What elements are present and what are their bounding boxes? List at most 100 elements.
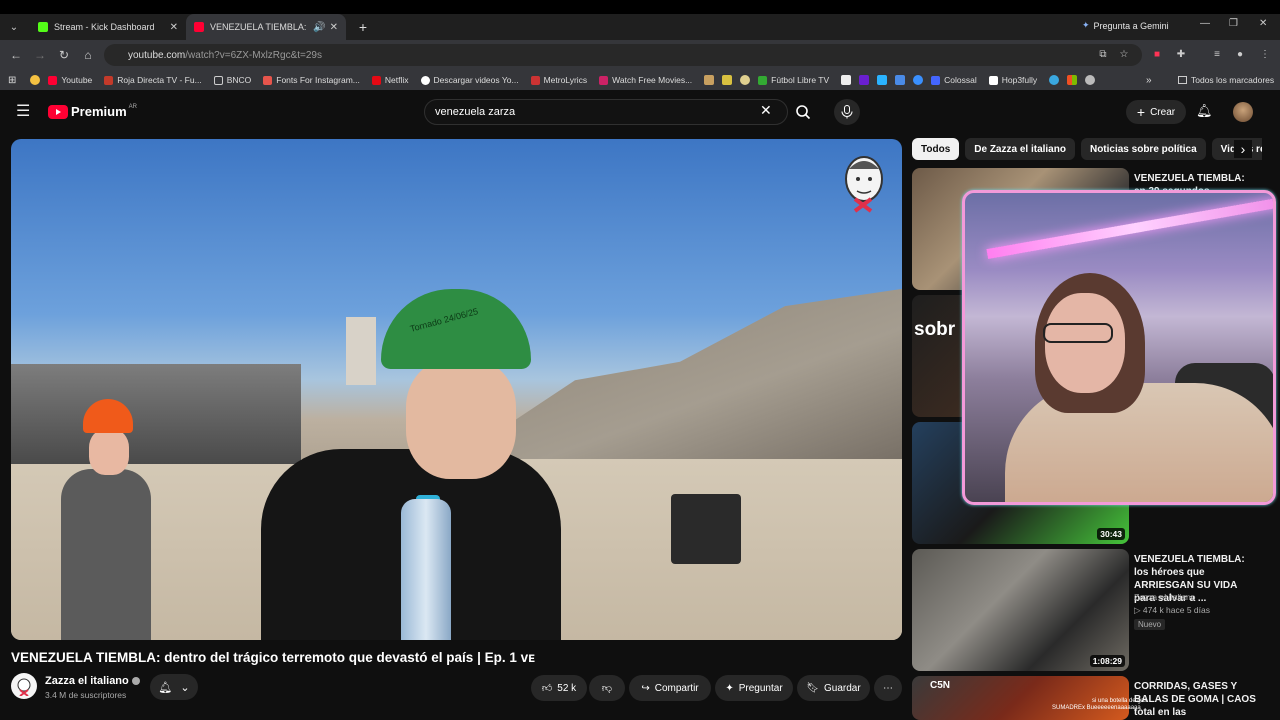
os-top-strip — [0, 0, 1280, 14]
bookmark-icon-6[interactable] — [895, 75, 906, 85]
all-bookmarks-folder[interactable]: Todos los marcadores — [1178, 75, 1274, 85]
search-button[interactable] — [788, 99, 818, 125]
url-field[interactable]: youtube.com/watch?v=6ZX-MxlzRgc&t=29s — [104, 44, 1142, 66]
recommendation-channel[interactable]: Zazza el italiano — [1134, 592, 1195, 602]
bookmark-netflix[interactable]: Netflix — [371, 75, 409, 85]
hop3fully-icon — [988, 75, 998, 85]
metrolyrics-icon — [530, 75, 540, 85]
emoji-bookmark-icon[interactable] — [30, 75, 41, 85]
bookmark-watch-movies[interactable]: Watch Free Movies... — [599, 75, 692, 85]
streamer-webcam-overlay — [962, 190, 1276, 505]
url-host: youtube.com — [128, 49, 186, 61]
browser-menu-icon[interactable]: ⋮ — [1258, 47, 1272, 61]
bookmark-icon-7[interactable] — [913, 75, 924, 85]
search-input[interactable]: venezuela zarza — [424, 99, 788, 125]
bookmark-label: Netflix — [384, 75, 409, 85]
video-player[interactable]: Tornado 24/06/25 — [11, 139, 902, 640]
bookmark-futbol-libre[interactable]: Fútbol Libre TV — [758, 75, 829, 85]
dislike-button[interactable]: 👎︎ — [589, 675, 625, 701]
reload-icon[interactable]: ↻ — [52, 43, 76, 67]
recommendation-title[interactable]: CORRIDAS, GASES Y BALAS DE GOMA | CAOS t… — [1134, 680, 1258, 719]
audio-playing-icon[interactable]: 🔊 — [313, 22, 325, 33]
microsoft-icon[interactable] — [1067, 75, 1078, 85]
close-window-icon[interactable]: ✕ — [1259, 18, 1267, 29]
back-icon[interactable]: ← — [4, 43, 28, 67]
gemini-label: Pregunta a Gemini — [1093, 20, 1169, 31]
save-button[interactable]: 🔖︎ Guardar — [797, 675, 870, 701]
bookmark-hop3fully[interactable]: Hop3fully — [988, 75, 1037, 85]
bookmark-icon-8[interactable] — [1049, 75, 1060, 85]
bookmark-label: Watch Free Movies... — [612, 75, 693, 85]
user-avatar[interactable] — [1233, 102, 1253, 122]
yahoo-icon[interactable] — [859, 75, 870, 85]
extensions-puzzle-icon[interactable]: ✚ — [1174, 47, 1188, 61]
restore-icon[interactable]: ❐ — [1229, 18, 1238, 29]
bookmark-star-icon[interactable]: ☆ — [1117, 47, 1131, 61]
minimize-icon[interactable]: — — [1200, 18, 1210, 29]
apps-icon[interactable]: ⊞ — [8, 75, 16, 86]
recommendation-item[interactable]: 1:08:29 VENEZUELA TIEMBLA: los héroes qu… — [912, 549, 1262, 671]
video-thumbnail[interactable]: 1:08:29 — [912, 549, 1129, 671]
tab-youtube-video[interactable]: VENEZUELA TIEMBLA: dentro 🔊 ✕ — [186, 14, 346, 40]
gemini-button[interactable]: ✦ Pregunta a Gemini — [1082, 20, 1169, 31]
create-button[interactable]: + Crear — [1126, 100, 1186, 124]
menu-icon[interactable]: ☰ — [16, 104, 32, 120]
bookmark-label: Descargar videos Yo... — [433, 75, 519, 85]
install-app-icon[interactable]: ⧉ — [1096, 47, 1110, 61]
subscription-bell-button[interactable]: 🔔︎ ⌄ — [150, 674, 198, 700]
tab-search-icon[interactable]: ⌄ — [2, 17, 26, 37]
sparkle-icon: ✦ — [725, 682, 734, 694]
chip-all[interactable]: Todos — [912, 138, 960, 160]
channel-avatar[interactable] — [11, 673, 37, 699]
share-button[interactable]: ↪ Compartir — [629, 675, 711, 701]
extension-icon[interactable]: ■ — [1150, 47, 1164, 61]
chip-politics-news[interactable]: Noticias sobre política — [1080, 138, 1206, 160]
search-icon — [796, 105, 811, 120]
youtube-icon — [48, 75, 58, 85]
bookmark-label: Fonts For Instagram... — [276, 75, 360, 85]
bookmark-roja-directa[interactable]: Roja Directa TV - Fu... — [104, 75, 202, 85]
like-button[interactable]: 👍︎ 52 k — [531, 675, 587, 701]
bookmark-youtube[interactable]: Youtube — [48, 75, 92, 85]
subscriber-count: 3.4 M de suscriptores — [45, 690, 127, 700]
clear-search-icon[interactable]: ✕ — [760, 102, 772, 119]
home-icon[interactable]: ⌂ — [76, 43, 100, 67]
bell-icon: 🔔︎ — [158, 681, 173, 694]
bookmark-icon-5[interactable] — [877, 75, 888, 85]
more-bookmarks-icon[interactable]: » — [1146, 75, 1152, 86]
forward-icon[interactable]: → — [28, 43, 52, 67]
youtube-page: ☰ Premium AR venezuela zarza ✕ + Crear 🔔︎ — [0, 92, 1280, 720]
new-tab-button[interactable]: + — [352, 16, 374, 38]
tab-kick-dashboard[interactable]: Stream - Kick Dashboard ✕ — [30, 14, 186, 40]
chevron-right-icon[interactable]: › — [1234, 140, 1252, 158]
bookmark-icon-1[interactable] — [704, 75, 715, 85]
bookmark-icon-4[interactable] — [841, 75, 852, 85]
bookmark-label: Youtube — [61, 75, 93, 85]
video-duration: 1:08:29 — [1089, 655, 1125, 667]
c5n-logo: C5N — [930, 680, 951, 691]
youtube-logo[interactable]: Premium AR — [48, 104, 137, 119]
channel-name[interactable]: Zazza el italiano — [45, 675, 140, 687]
voice-search-button[interactable] — [834, 99, 860, 125]
chip-from-channel[interactable]: De Zazza el italiano — [965, 138, 1075, 160]
bookmark-fonts[interactable]: Fonts For Instagram... — [263, 75, 360, 85]
more-actions-button[interactable]: ⋯ — [874, 675, 902, 701]
media-controls-icon[interactable]: ≡ — [1210, 47, 1224, 61]
close-tab-icon[interactable]: ✕ — [330, 22, 338, 33]
bookmark-descargar[interactable]: Descargar videos Yo... — [420, 75, 519, 85]
bookmark-bnco[interactable]: BNCO — [213, 75, 251, 85]
video-duration: 30:43 — [1097, 528, 1125, 540]
globe-icon[interactable] — [1085, 75, 1096, 85]
search-query: venezuela zarza — [435, 106, 516, 118]
bookmark-icon-3[interactable] — [740, 75, 751, 85]
bookmark-metrolyrics[interactable]: MetroLyrics — [530, 75, 587, 85]
close-tab-icon[interactable]: ✕ — [170, 22, 178, 33]
filter-chips: Todos De Zazza el italiano Noticias sobr… — [912, 138, 1262, 160]
fonts-icon — [263, 75, 273, 85]
notifications-icon[interactable]: 🔔︎ — [1196, 103, 1213, 119]
bookmark-colossal[interactable]: Colossal — [931, 75, 977, 85]
ask-button[interactable]: ✦ Preguntar — [715, 675, 793, 701]
bookmark-icon-2[interactable] — [722, 75, 733, 85]
profile-icon[interactable]: ● — [1233, 47, 1247, 61]
chat-line: SUMADREx Bueeeeeenaaaaaaa — [1052, 705, 1141, 711]
